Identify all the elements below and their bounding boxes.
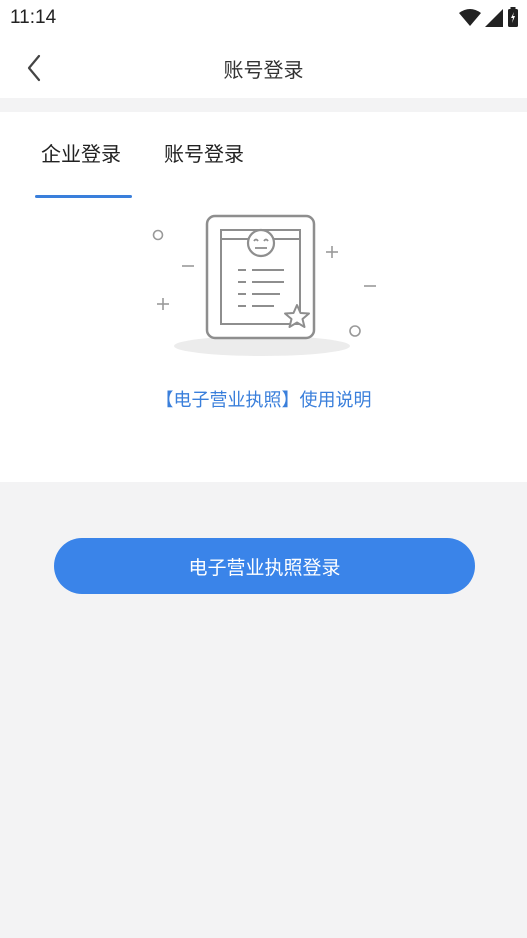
page-title: 账号登录 <box>223 58 304 82</box>
license-usage-guide-link[interactable]: 【电子营业执照】使用说明 <box>0 386 527 412</box>
divider <box>0 98 527 112</box>
active-tab-indicator <box>35 195 132 198</box>
tab-account-login[interactable]: 账号登录 <box>164 138 244 175</box>
status-time: 11:14 <box>10 7 57 28</box>
nav-bar: 账号登录 <box>0 36 527 98</box>
tab-enterprise-login[interactable]: 企业登录 <box>41 138 121 175</box>
login-card: 企业登录 账号登录 【电子营业执照】使用说明 <box>0 112 527 482</box>
wifi-icon <box>459 9 481 26</box>
status-icons <box>459 7 519 27</box>
business-license-icon <box>152 214 376 356</box>
status-bar: 11:14 <box>0 0 527 36</box>
business-license-login-button[interactable]: 电子营业执照登录 <box>54 538 475 594</box>
signal-icon <box>485 9 503 27</box>
battery-icon <box>508 7 518 27</box>
login-tabs: 企业登录 账号登录 <box>0 138 527 198</box>
